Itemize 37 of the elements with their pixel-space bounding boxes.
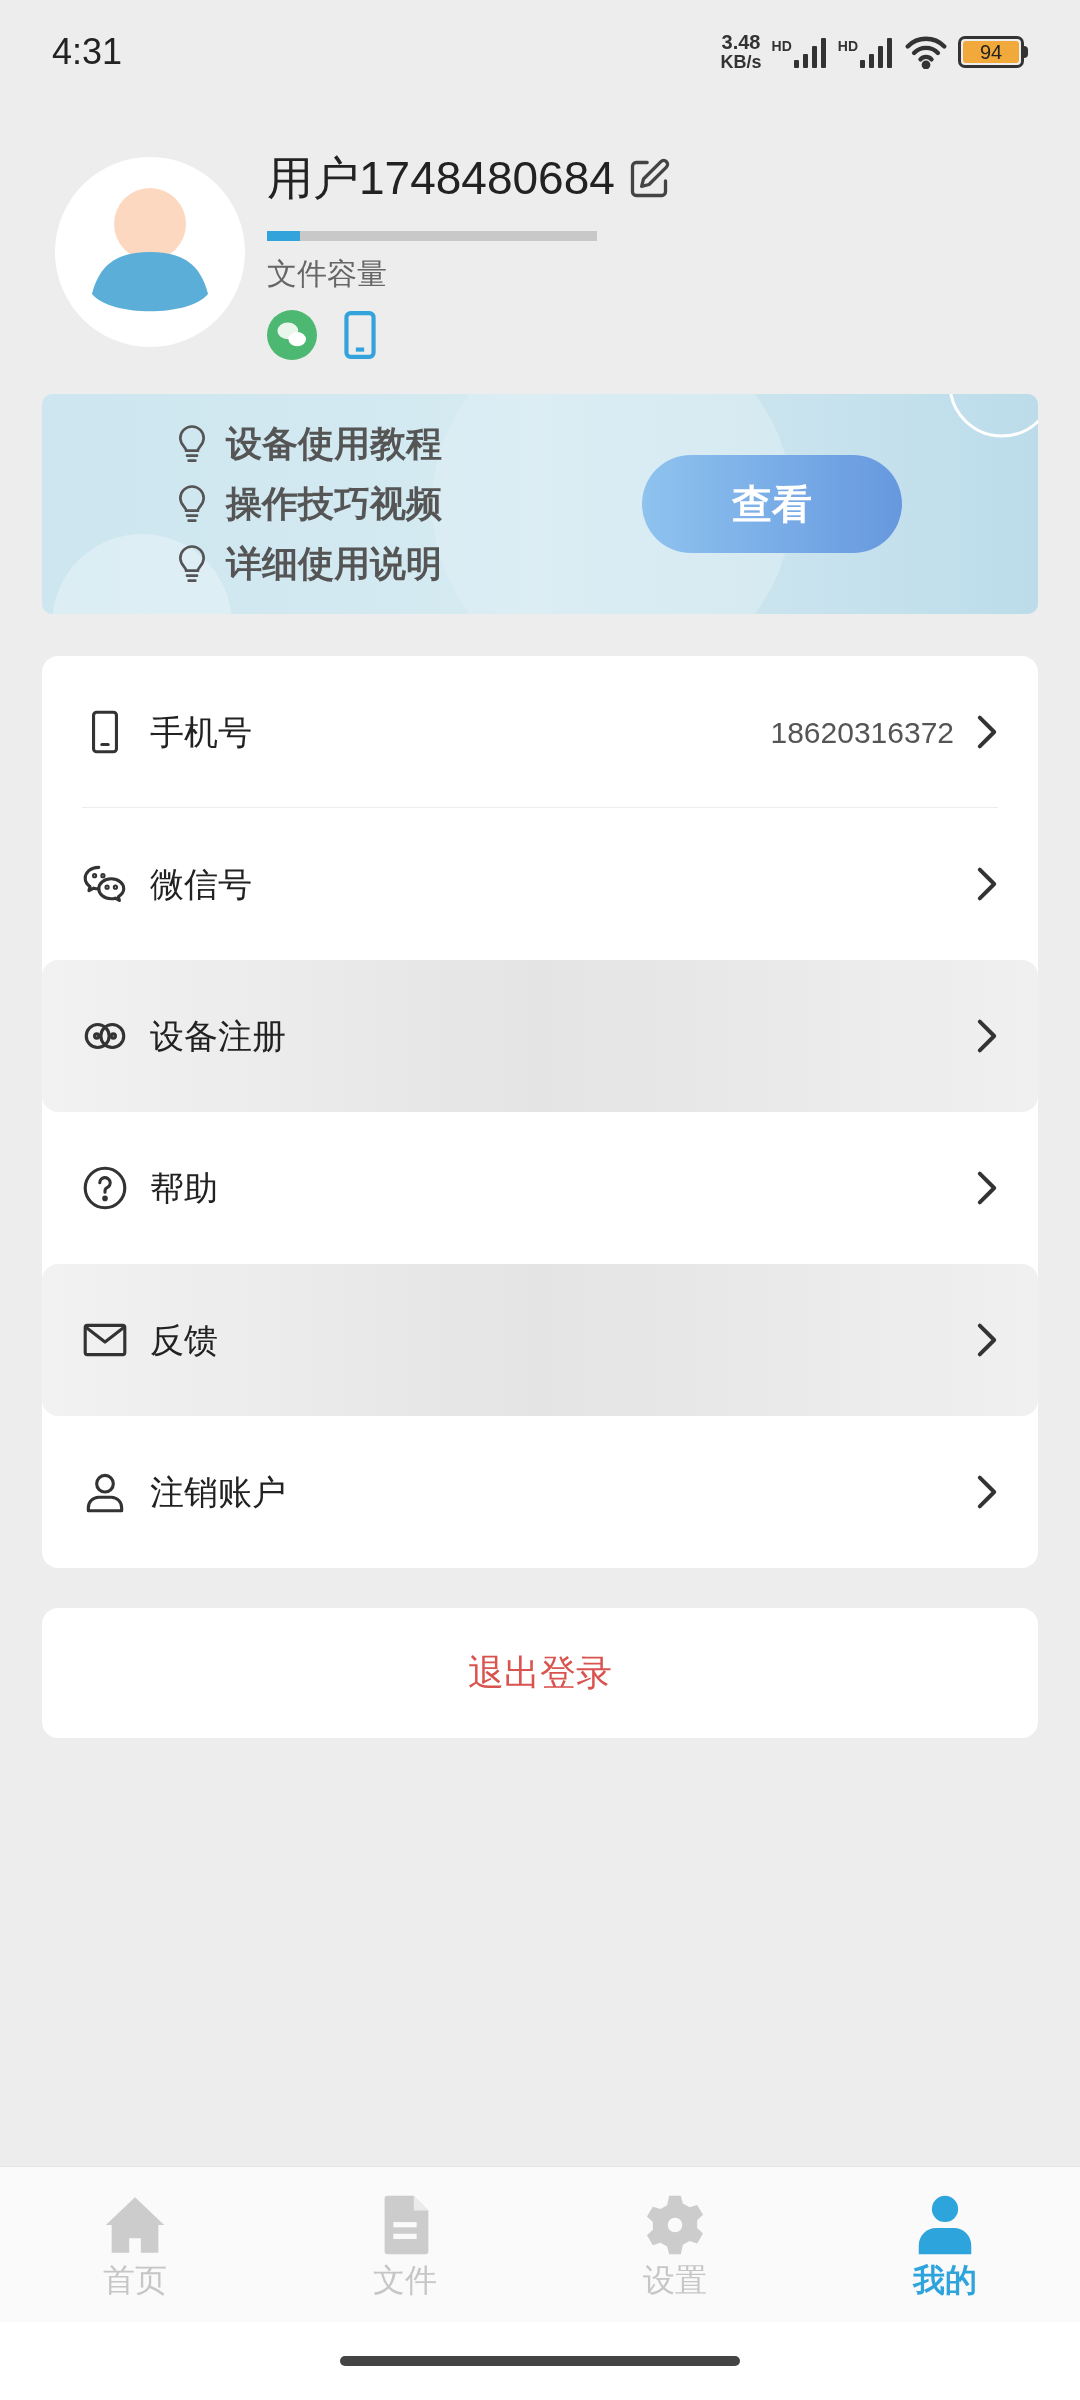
tutorial-item: 设备使用教程 [226,422,442,466]
chevron-right-icon [976,714,998,750]
signal-icon [793,36,828,68]
tutorial-item: 操作技巧视频 [226,482,442,526]
logout-button[interactable]: 退出登录 [42,1608,1038,1738]
menu-value: 18620316372 [770,714,954,751]
menu-label: 反馈 [150,1319,219,1361]
menu-item[interactable]: 注销账户 [42,1416,1038,1568]
network-speed-unit: KB/s [720,52,762,72]
signal-icon [860,36,894,68]
chevron-right-icon [976,1322,998,1358]
tab-label: 我的 [913,2260,977,2300]
network-type-label: HD [837,37,858,56]
menu-item[interactable]: 帮助 [42,1112,1038,1264]
menu-label: 帮助 [150,1167,219,1209]
chevron-right-icon [976,1474,998,1510]
storage-label: 文件容量 [267,256,388,292]
battery-level: 94 [963,41,1019,63]
username: 用户1748480684 [267,151,615,206]
network-type-label: HD [771,37,792,56]
network-speed: 3.48 [721,32,761,52]
menu-label: 微信号 [150,863,253,905]
menu-label: 注销账户 [150,1471,287,1513]
menu-item[interactable]: 微信号 [42,808,1038,960]
menu-item[interactable]: 手机号 18620316372 [42,656,1038,808]
wifi-icon [904,35,948,69]
menu-label: 设备注册 [150,1015,287,1057]
chevron-right-icon [976,1018,998,1054]
status-time: 4:31 [52,30,123,74]
phone-icon[interactable] [343,310,377,360]
tutorial-item: 详细使用说明 [226,542,442,586]
wechat-icon[interactable] [267,310,317,360]
menu-label: 手机号 [150,711,253,753]
menu-item[interactable]: 设备注册 [42,960,1038,1112]
chevron-right-icon [976,866,998,902]
chevron-right-icon [976,1170,998,1206]
menu-item[interactable]: 反馈 [42,1264,1038,1416]
